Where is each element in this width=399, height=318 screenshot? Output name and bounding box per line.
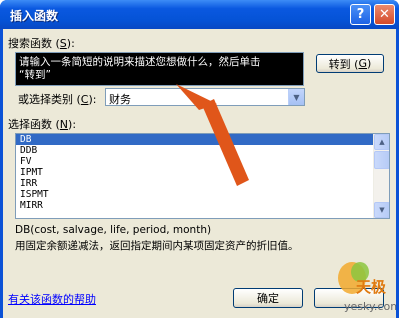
- arrow-shaft: [202, 99, 249, 186]
- annotation-arrow: [176, 84, 249, 186]
- insert-function-dialog: 插入函数 ? ✕ 搜索函数 (S): 请输入一条简短的说明来描述您想做什么，然后…: [0, 0, 399, 318]
